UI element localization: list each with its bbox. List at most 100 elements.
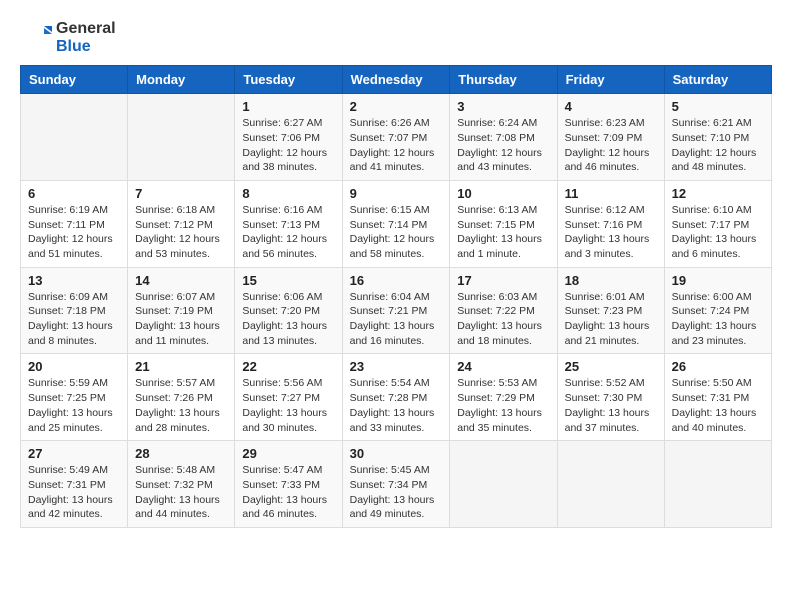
day-info: Sunrise: 6:03 AM Sunset: 7:22 PM Dayligh… (457, 290, 549, 349)
day-info: Sunrise: 5:52 AM Sunset: 7:30 PM Dayligh… (565, 376, 657, 435)
day-cell: 12 Sunrise: 6:10 AM Sunset: 7:17 PM Dayli… (664, 180, 771, 267)
day-number: 6 (28, 186, 120, 201)
day-number: 18 (565, 273, 657, 288)
weekday-header-sunday: Sunday (21, 66, 128, 94)
day-number: 26 (672, 359, 764, 374)
day-cell: 25 Sunrise: 5:52 AM Sunset: 7:30 PM Dayli… (557, 354, 664, 441)
day-info: Sunrise: 5:47 AM Sunset: 7:33 PM Dayligh… (242, 463, 334, 522)
day-cell: 11Sunrise: 6:12 AM Sunset: 7:16 PM Dayli… (557, 180, 664, 267)
day-info: Sunrise: 6:10 AM Sunset: 7:17 PM Dayligh… (672, 203, 764, 262)
day-cell: 23 Sunrise: 5:54 AM Sunset: 7:28 PM Dayli… (342, 354, 450, 441)
day-number: 20 (28, 359, 120, 374)
week-row-3: 13 Sunrise: 6:09 AM Sunset: 7:18 PM Dayli… (21, 267, 772, 354)
day-cell: 27 Sunrise: 5:49 AM Sunset: 7:31 PM Dayli… (21, 441, 128, 528)
day-info: Sunrise: 6:18 AM Sunset: 7:12 PM Dayligh… (135, 203, 227, 262)
day-number: 21 (135, 359, 227, 374)
day-cell: 4 Sunrise: 6:23 AM Sunset: 7:09 PM Daylig… (557, 94, 664, 181)
day-cell: 24 Sunrise: 5:53 AM Sunset: 7:29 PM Dayli… (450, 354, 557, 441)
day-cell: 17Sunrise: 6:03 AM Sunset: 7:22 PM Dayli… (450, 267, 557, 354)
weekday-header-monday: Monday (128, 66, 235, 94)
day-info: Sunrise: 6:06 AM Sunset: 7:20 PM Dayligh… (242, 290, 334, 349)
day-number: 12 (672, 186, 764, 201)
week-row-4: 20 Sunrise: 5:59 AM Sunset: 7:25 PM Dayli… (21, 354, 772, 441)
day-number: 7 (135, 186, 227, 201)
day-number: 16 (350, 273, 443, 288)
day-number: 22 (242, 359, 334, 374)
day-info: Sunrise: 6:16 AM Sunset: 7:13 PM Dayligh… (242, 203, 334, 262)
day-cell: 2 Sunrise: 6:26 AM Sunset: 7:07 PM Daylig… (342, 94, 450, 181)
day-info: Sunrise: 6:15 AM Sunset: 7:14 PM Dayligh… (350, 203, 443, 262)
weekday-header-wednesday: Wednesday (342, 66, 450, 94)
day-cell: 20 Sunrise: 5:59 AM Sunset: 7:25 PM Dayli… (21, 354, 128, 441)
day-info: Sunrise: 6:19 AM Sunset: 7:11 PM Dayligh… (28, 203, 120, 262)
day-number: 1 (242, 99, 334, 114)
day-number: 27 (28, 446, 120, 461)
day-cell (21, 94, 128, 181)
header: General Blue (20, 20, 772, 55)
day-number: 23 (350, 359, 443, 374)
weekday-header-thursday: Thursday (450, 66, 557, 94)
logo: General Blue (20, 20, 116, 55)
weekday-header-row: SundayMondayTuesdayWednesdayThursdayFrid… (21, 66, 772, 94)
day-cell (128, 94, 235, 181)
day-cell (664, 441, 771, 528)
day-number: 4 (565, 99, 657, 114)
day-info: Sunrise: 5:59 AM Sunset: 7:25 PM Dayligh… (28, 376, 120, 435)
weekday-header-tuesday: Tuesday (235, 66, 342, 94)
day-number: 24 (457, 359, 549, 374)
day-info: Sunrise: 5:48 AM Sunset: 7:32 PM Dayligh… (135, 463, 227, 522)
day-cell: 5 Sunrise: 6:21 AM Sunset: 7:10 PM Daylig… (664, 94, 771, 181)
day-info: Sunrise: 5:57 AM Sunset: 7:26 PM Dayligh… (135, 376, 227, 435)
day-cell: 8 Sunrise: 6:16 AM Sunset: 7:13 PM Daylig… (235, 180, 342, 267)
day-cell: 9 Sunrise: 6:15 AM Sunset: 7:14 PM Daylig… (342, 180, 450, 267)
day-info: Sunrise: 6:01 AM Sunset: 7:23 PM Dayligh… (565, 290, 657, 349)
day-number: 15 (242, 273, 334, 288)
day-number: 29 (242, 446, 334, 461)
day-info: Sunrise: 6:09 AM Sunset: 7:18 PM Dayligh… (28, 290, 120, 349)
day-number: 8 (242, 186, 334, 201)
logo-text: General Blue (56, 20, 116, 55)
week-row-2: 6 Sunrise: 6:19 AM Sunset: 7:11 PM Daylig… (21, 180, 772, 267)
day-number: 3 (457, 99, 549, 114)
day-info: Sunrise: 6:23 AM Sunset: 7:09 PM Dayligh… (565, 116, 657, 175)
day-info: Sunrise: 6:13 AM Sunset: 7:15 PM Dayligh… (457, 203, 549, 262)
day-cell: 16 Sunrise: 6:04 AM Sunset: 7:21 PM Dayli… (342, 267, 450, 354)
day-cell: 14Sunrise: 6:07 AM Sunset: 7:19 PM Dayli… (128, 267, 235, 354)
day-info: Sunrise: 6:12 AM Sunset: 7:16 PM Dayligh… (565, 203, 657, 262)
day-cell: 10Sunrise: 6:13 AM Sunset: 7:15 PM Dayli… (450, 180, 557, 267)
day-info: Sunrise: 5:54 AM Sunset: 7:28 PM Dayligh… (350, 376, 443, 435)
day-info: Sunrise: 5:49 AM Sunset: 7:31 PM Dayligh… (28, 463, 120, 522)
logo-svg (20, 22, 52, 54)
day-info: Sunrise: 5:56 AM Sunset: 7:27 PM Dayligh… (242, 376, 334, 435)
day-info: Sunrise: 5:53 AM Sunset: 7:29 PM Dayligh… (457, 376, 549, 435)
day-cell: 30Sunrise: 5:45 AM Sunset: 7:34 PM Dayli… (342, 441, 450, 528)
day-cell: 1 Sunrise: 6:27 AM Sunset: 7:06 PM Daylig… (235, 94, 342, 181)
day-info: Sunrise: 5:50 AM Sunset: 7:31 PM Dayligh… (672, 376, 764, 435)
day-cell: 7 Sunrise: 6:18 AM Sunset: 7:12 PM Daylig… (128, 180, 235, 267)
day-cell: 19Sunrise: 6:00 AM Sunset: 7:24 PM Dayli… (664, 267, 771, 354)
day-cell: 21 Sunrise: 5:57 AM Sunset: 7:26 PM Dayli… (128, 354, 235, 441)
day-info: Sunrise: 6:27 AM Sunset: 7:06 PM Dayligh… (242, 116, 334, 175)
day-cell: 13 Sunrise: 6:09 AM Sunset: 7:18 PM Dayli… (21, 267, 128, 354)
day-info: Sunrise: 6:21 AM Sunset: 7:10 PM Dayligh… (672, 116, 764, 175)
calendar: SundayMondayTuesdayWednesdayThursdayFrid… (20, 65, 772, 528)
day-number: 28 (135, 446, 227, 461)
day-number: 30 (350, 446, 443, 461)
day-cell: 6 Sunrise: 6:19 AM Sunset: 7:11 PM Daylig… (21, 180, 128, 267)
day-number: 9 (350, 186, 443, 201)
day-cell: 3 Sunrise: 6:24 AM Sunset: 7:08 PM Daylig… (450, 94, 557, 181)
day-number: 5 (672, 99, 764, 114)
week-row-5: 27 Sunrise: 5:49 AM Sunset: 7:31 PM Dayli… (21, 441, 772, 528)
day-number: 13 (28, 273, 120, 288)
day-cell: 26 Sunrise: 5:50 AM Sunset: 7:31 PM Dayli… (664, 354, 771, 441)
day-info: Sunrise: 6:07 AM Sunset: 7:19 PM Dayligh… (135, 290, 227, 349)
weekday-header-friday: Friday (557, 66, 664, 94)
day-info: Sunrise: 6:26 AM Sunset: 7:07 PM Dayligh… (350, 116, 443, 175)
day-info: Sunrise: 6:24 AM Sunset: 7:08 PM Dayligh… (457, 116, 549, 175)
day-cell: 29 Sunrise: 5:47 AM Sunset: 7:33 PM Dayli… (235, 441, 342, 528)
day-info: Sunrise: 6:04 AM Sunset: 7:21 PM Dayligh… (350, 290, 443, 349)
day-cell (557, 441, 664, 528)
day-number: 25 (565, 359, 657, 374)
day-number: 2 (350, 99, 443, 114)
day-info: Sunrise: 6:00 AM Sunset: 7:24 PM Dayligh… (672, 290, 764, 349)
